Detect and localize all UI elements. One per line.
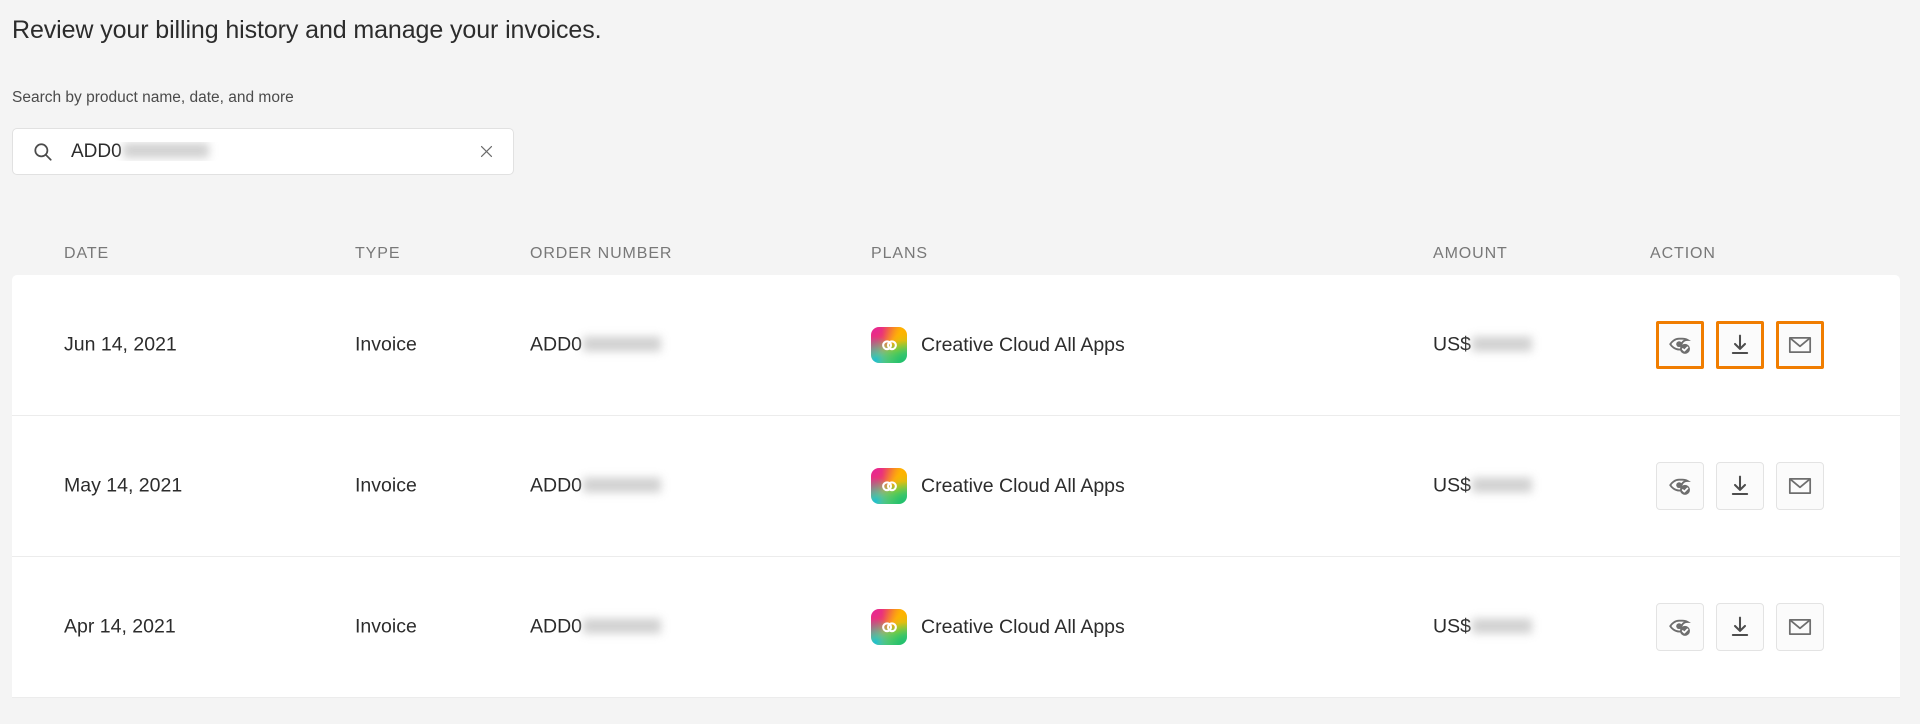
download-icon — [1727, 614, 1753, 640]
view-invoice-button[interactable] — [1656, 462, 1704, 510]
close-icon — [478, 143, 495, 160]
clear-search-button[interactable] — [469, 135, 503, 169]
cell-date: Jun 14, 2021 — [64, 333, 177, 356]
creative-cloud-icon — [871, 468, 907, 504]
column-header-action: ACTION — [1650, 245, 1716, 262]
view-invoice-button[interactable] — [1656, 321, 1704, 369]
cell-date: May 14, 2021 — [64, 474, 183, 497]
column-header-date: DATE — [64, 245, 110, 262]
cell-amount: US$ — [1433, 334, 1532, 357]
amount-redacted-text — [1471, 618, 1532, 634]
amount-text: US$ — [1433, 474, 1471, 497]
search-field-label: Search by product name, date, and more — [12, 89, 294, 106]
cell-amount: US$ — [1433, 475, 1532, 498]
download-invoice-button[interactable] — [1716, 462, 1764, 510]
billing-history-table: Jun 14, 2021 Invoice ADD0 Creative Cloud Al… — [12, 275, 1900, 698]
plan-name: Creative Cloud All Apps — [921, 474, 1125, 497]
column-header-type: TYPE — [355, 245, 401, 262]
cell-plan: Creative Cloud All Apps — [871, 609, 1125, 645]
search-icon — [32, 141, 54, 163]
download-icon — [1727, 473, 1753, 499]
order-number-redacted-text — [583, 477, 662, 493]
cell-type: Invoice — [355, 615, 417, 638]
creative-cloud-icon — [871, 327, 907, 363]
amount-redacted-text — [1471, 477, 1532, 493]
cell-plan: Creative Cloud All Apps — [871, 468, 1125, 504]
view-invoice-button[interactable] — [1656, 603, 1704, 651]
order-number-text: ADD0 — [530, 474, 583, 497]
page-title: Review your billing history and manage y… — [12, 16, 602, 44]
email-invoice-button[interactable] — [1776, 462, 1824, 510]
search-input-redacted-text — [122, 143, 209, 158]
plan-name: Creative Cloud All Apps — [921, 333, 1125, 356]
column-header-order-number: ORDER NUMBER — [530, 245, 673, 262]
amount-redacted-text — [1471, 336, 1532, 352]
email-icon — [1787, 473, 1813, 499]
order-number-text: ADD0 — [530, 333, 583, 356]
cell-action — [1656, 462, 1824, 510]
table-row: Apr 14, 2021 Invoice ADD0 Creative Cloud Al… — [12, 557, 1900, 698]
column-header-amount: AMOUNT — [1433, 245, 1508, 262]
download-icon — [1727, 332, 1753, 358]
view-invoice-icon — [1667, 473, 1693, 499]
order-number-redacted-text — [583, 618, 662, 634]
cell-action — [1656, 603, 1824, 651]
email-invoice-button[interactable] — [1776, 603, 1824, 651]
view-invoice-icon — [1667, 614, 1693, 640]
column-header-plans: PLANS — [871, 245, 928, 262]
search-input-text: ADD0 — [71, 142, 122, 161]
creative-cloud-icon — [871, 609, 907, 645]
cell-type: Invoice — [355, 474, 417, 497]
amount-text: US$ — [1433, 333, 1471, 356]
cell-order-number: ADD0 — [530, 333, 662, 357]
cell-date: Apr 14, 2021 — [64, 615, 176, 638]
search-field[interactable]: ADD0 — [12, 128, 514, 175]
email-invoice-button[interactable] — [1776, 321, 1824, 369]
amount-text: US$ — [1433, 615, 1471, 638]
cell-order-number: ADD0 — [530, 615, 662, 639]
download-invoice-button[interactable] — [1716, 603, 1764, 651]
plan-name: Creative Cloud All Apps — [921, 615, 1125, 638]
table-row: Jun 14, 2021 Invoice ADD0 Creative Cloud Al… — [12, 275, 1900, 416]
order-number-text: ADD0 — [530, 615, 583, 638]
order-number-redacted-text — [583, 336, 662, 352]
download-invoice-button[interactable] — [1716, 321, 1764, 369]
cell-type: Invoice — [355, 333, 417, 356]
search-input[interactable]: ADD0 — [71, 142, 469, 161]
table-row: May 14, 2021 Invoice ADD0 Creative Cloud Al… — [12, 416, 1900, 557]
cell-order-number: ADD0 — [530, 474, 662, 498]
cell-action — [1656, 321, 1824, 369]
email-icon — [1787, 332, 1813, 358]
cell-amount: US$ — [1433, 616, 1532, 639]
view-invoice-icon — [1667, 332, 1693, 358]
email-icon — [1787, 614, 1813, 640]
cell-plan: Creative Cloud All Apps — [871, 327, 1125, 363]
